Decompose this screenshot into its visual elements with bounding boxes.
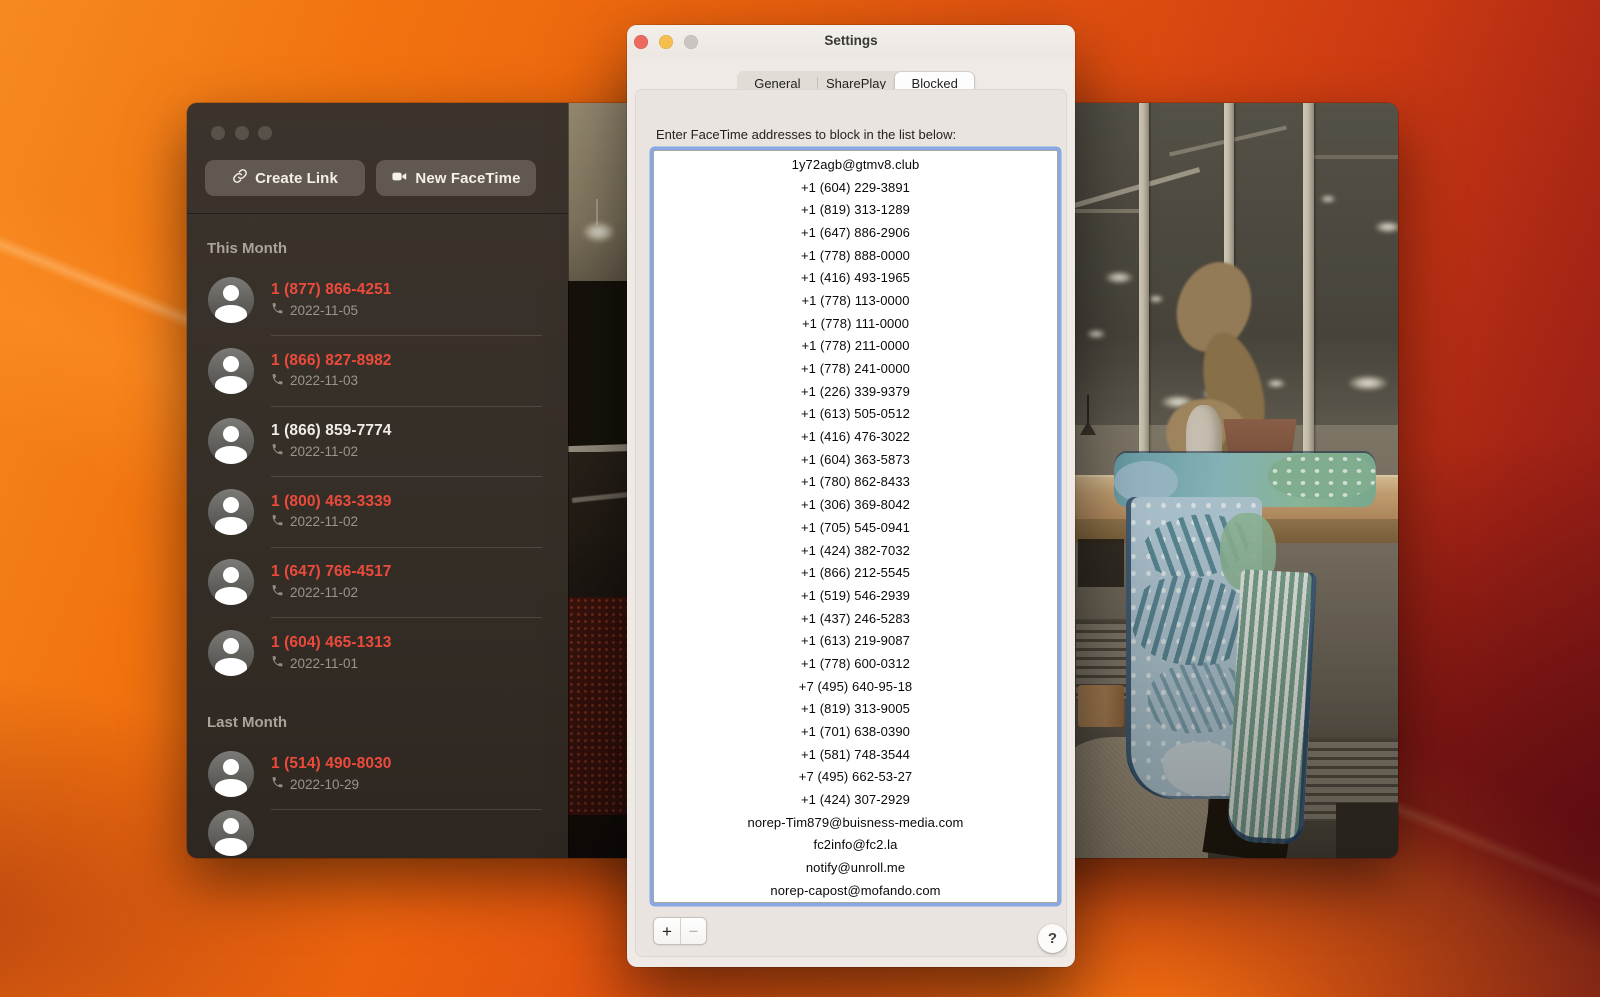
settings-titlebar[interactable]: Settings	[627, 25, 1075, 57]
facetime-window-controls	[211, 126, 272, 140]
window-title: Settings	[627, 33, 1075, 48]
blocked-address-row[interactable]: +1 (778) 113-0000	[654, 289, 1057, 312]
blocked-address-row[interactable]: +1 (705) 545-0941	[654, 516, 1057, 539]
call-history-section: This Month1 (877) 866-42512022-11-051 (8…	[187, 240, 568, 688]
call-row[interactable]: 1 (866) 859-7774 2022-11-02	[187, 406, 568, 477]
call-number: 1 (647) 766-4517	[271, 563, 542, 581]
blocked-address-row[interactable]: +1 (866) 212-5545	[654, 561, 1057, 584]
person-icon	[208, 630, 254, 676]
blocked-address-row[interactable]: +1 (437) 246-5283	[654, 607, 1057, 630]
call-row[interactable]: 1 (647) 766-4517 2022-11-02	[187, 547, 568, 618]
person-icon	[208, 751, 254, 797]
call-number: 1 (866) 859-7774	[271, 422, 542, 440]
person-icon	[208, 810, 254, 856]
call-row[interactable]: 1 (877) 866-4251 2022-11-05	[187, 265, 568, 336]
call-row[interactable]: 1 (800) 463-3339 2022-11-02	[187, 477, 568, 548]
call-number: 1 (877) 866-4251	[271, 281, 542, 299]
section-title: This Month	[207, 240, 568, 257]
blocked-address-row[interactable]: +1 (780) 862-8433	[654, 471, 1057, 494]
blocked-address-row[interactable]: +1 (613) 505-0512	[654, 403, 1057, 426]
person-icon	[208, 348, 254, 394]
facetime-toolbar: Create Link New FaceTime	[187, 103, 568, 214]
call-date: 2022-11-02	[290, 514, 358, 529]
blocked-address-row[interactable]: +1 (819) 313-9005	[654, 698, 1057, 721]
zoom-button[interactable]	[258, 126, 272, 140]
blocked-address-row[interactable]: +1 (424) 307-2929	[654, 788, 1057, 811]
facetime-sidebar: Create Link New FaceTime This Month 1 (87…	[187, 103, 568, 858]
blocked-address-row[interactable]: +1 (778) 241-0000	[654, 357, 1057, 380]
blocked-address-row[interactable]: +1 (819) 313-1289	[654, 198, 1057, 221]
call-number: 1 (800) 463-3339	[271, 493, 542, 511]
phone-icon	[271, 655, 284, 671]
create-link-label: Create Link	[255, 170, 338, 187]
blocked-address-row[interactable]: +1 (647) 886-2906	[654, 221, 1057, 244]
blocked-address-row[interactable]: +1 (306) 369-8042	[654, 493, 1057, 516]
blocked-address-row[interactable]: +7 (495) 640-95-18	[654, 675, 1057, 698]
add-remove-button-group: + −	[653, 917, 707, 945]
blocked-address-row[interactable]: +1 (778) 211-0000	[654, 335, 1057, 358]
add-blocked-button[interactable]: +	[654, 918, 680, 944]
blocked-address-row[interactable]: +1 (778) 600-0312	[654, 652, 1057, 675]
person-icon	[208, 559, 254, 605]
blocked-address-row[interactable]: norep-Tim879@buisness-media.com	[654, 811, 1057, 834]
blocked-address-row[interactable]: +1 (701) 638-0390	[654, 720, 1057, 743]
blocked-address-row[interactable]: +1 (604) 363-5873	[654, 448, 1057, 471]
blocked-addresses-list[interactable]: 1y72agb@gtmv8.club+1 (604) 229-3891+1 (8…	[653, 150, 1058, 903]
blocked-address-row[interactable]: +1 (519) 546-2939	[654, 584, 1057, 607]
person-icon	[208, 277, 254, 323]
blocked-address-row[interactable]: +1 (581) 748-3544	[654, 743, 1057, 766]
blocked-address-row[interactable]: +1 (226) 339-9379	[654, 380, 1057, 403]
close-button[interactable]	[211, 126, 225, 140]
call-row[interactable]: 1 (866) 827-8982 2022-11-03	[187, 336, 568, 407]
blocked-address-row[interactable]: +1 (778) 111-0000	[654, 312, 1057, 335]
phone-icon	[271, 584, 284, 600]
recent-calls-list: This Month1 (877) 866-42512022-11-051 (8…	[187, 240, 568, 850]
link-icon	[232, 168, 248, 188]
blocked-address-row[interactable]: notify@unroll.me	[654, 856, 1057, 879]
call-date: 2022-11-02	[290, 585, 358, 600]
blocked-instruction-label: Enter FaceTime addresses to block in the…	[656, 127, 956, 142]
video-camera-icon	[391, 168, 408, 189]
blocked-address-row[interactable]: 1y72agb@gtmv8.club	[654, 153, 1057, 176]
phone-icon	[271, 443, 284, 459]
call-date: 2022-10-29	[290, 777, 359, 792]
remove-blocked-button[interactable]: −	[680, 918, 706, 944]
help-button[interactable]: ?	[1038, 924, 1067, 953]
person-icon	[208, 489, 254, 535]
blocked-address-row[interactable]: +1 (613) 219-9087	[654, 629, 1057, 652]
person-icon	[208, 418, 254, 464]
blocked-address-row[interactable]: +1 (604) 229-3891	[654, 176, 1057, 199]
call-number: 1 (514) 490-8030	[271, 755, 542, 773]
call-row-partial[interactable]	[187, 810, 568, 850]
blocked-address-row[interactable]: +1 (416) 493-1965	[654, 266, 1057, 289]
new-facetime-button[interactable]: New FaceTime	[376, 160, 536, 196]
phone-icon	[271, 776, 284, 792]
call-date: 2022-11-02	[290, 444, 358, 459]
call-date: 2022-11-05	[290, 303, 358, 318]
call-history-section: Last Month 1 (514) 490-8030 2022-10-29	[187, 714, 568, 850]
blocked-address-row[interactable]: norep-capost@mofando.com	[654, 879, 1057, 902]
settings-window: Settings GeneralSharePlayBlocked Enter F…	[627, 25, 1075, 967]
section-title: Last Month	[207, 714, 568, 731]
blocked-address-row[interactable]: +7 (495) 662-53-27	[654, 766, 1057, 789]
call-row[interactable]: 1 (604) 465-1313 2022-11-01	[187, 618, 568, 689]
call-row[interactable]: 1 (514) 490-8030 2022-10-29	[187, 739, 568, 810]
call-date: 2022-11-03	[290, 373, 358, 388]
minimize-button[interactable]	[235, 126, 249, 140]
phone-icon	[271, 514, 284, 530]
blocked-address-row[interactable]: +1 (416) 476-3022	[654, 425, 1057, 448]
blocked-address-row[interactable]: fc2info@fc2.la	[654, 834, 1057, 857]
call-date: 2022-11-01	[290, 656, 358, 671]
phone-icon	[271, 373, 284, 389]
blocked-address-row[interactable]: +1 (424) 382-7032	[654, 539, 1057, 562]
call-number: 1 (604) 465-1313	[271, 634, 542, 652]
new-facetime-label: New FaceTime	[415, 170, 520, 187]
create-link-button[interactable]: Create Link	[205, 160, 365, 196]
phone-icon	[271, 302, 284, 318]
call-number: 1 (866) 827-8982	[271, 352, 542, 370]
blocked-address-row[interactable]: +1 (778) 888-0000	[654, 244, 1057, 267]
